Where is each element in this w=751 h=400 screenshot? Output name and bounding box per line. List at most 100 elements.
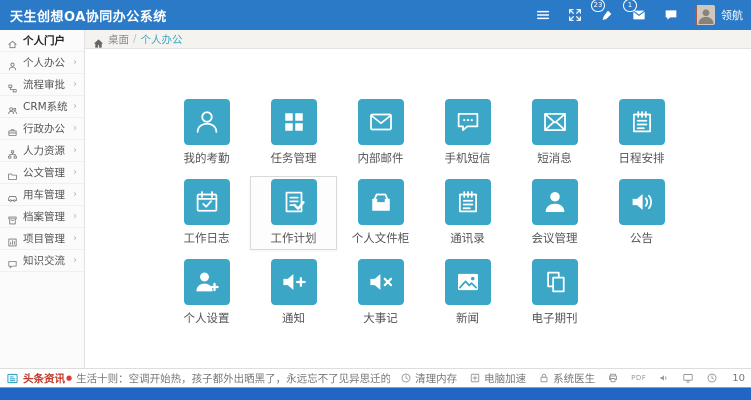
chevron-right-icon: ›	[73, 145, 77, 156]
sidebar-item-11[interactable]: 知识交流›	[0, 250, 84, 272]
inbox-icon	[358, 179, 404, 225]
tray-tool-2[interactable]: 电脑加速	[469, 371, 526, 386]
app-tile-label: 电子期刊	[512, 310, 597, 326]
grid-icon	[271, 99, 317, 145]
notepad-icon	[619, 99, 665, 145]
app-tile-label: 公告	[599, 230, 684, 246]
chevron-right-icon: ›	[73, 57, 77, 68]
sidebar-item-7[interactable]: 公文管理›	[0, 162, 84, 184]
copy-icon	[532, 259, 578, 305]
tray-tool-label: 系统医生	[553, 371, 595, 386]
app-tile-9[interactable]: 个人文件柜	[337, 176, 424, 250]
tray-tool-3[interactable]: 系统医生	[538, 371, 595, 386]
app-tile-10[interactable]: 通讯录	[424, 176, 511, 250]
brush-icon[interactable]: 23	[599, 7, 615, 23]
car-icon	[7, 189, 18, 200]
mail-icon[interactable]: 1	[631, 7, 647, 23]
top-navbar: 天生创想OA协同办公系统 23 1 领航	[0, 0, 751, 30]
fullscreen-icon[interactable]	[567, 7, 583, 23]
app-tile-label: 内部邮件	[338, 150, 423, 166]
breadcrumb: 桌面 / 个人办公	[85, 30, 751, 49]
app-tile-15[interactable]: 大事记	[337, 256, 424, 330]
tray-tool-1[interactable]: 清理内存	[400, 371, 457, 386]
app-tile-14[interactable]: 通知	[250, 256, 337, 330]
tray-tool-label: 电脑加速	[484, 371, 526, 386]
chevron-right-icon: ›	[73, 167, 77, 178]
pdf-icon[interactable]: PDF	[631, 374, 646, 382]
chat-icon	[7, 255, 18, 266]
tray-clock-value: 10	[732, 373, 745, 384]
app-tile-3[interactable]: 内部邮件	[337, 96, 424, 170]
app-tile-2[interactable]: 任务管理	[250, 96, 337, 170]
printer-icon[interactable]	[607, 372, 619, 384]
home-icon	[93, 34, 104, 45]
folder-icon	[7, 167, 18, 178]
sidebar-item-5[interactable]: 行政办公›	[0, 118, 84, 140]
system-tray: 清理内存 电脑加速 系统医生 PDF 10	[400, 371, 745, 386]
app-tile-7[interactable]: 工作日志	[163, 176, 250, 250]
volume-icon[interactable]	[658, 372, 670, 384]
volume-x-icon	[358, 259, 404, 305]
tray-tool-label: 清理内存	[415, 371, 457, 386]
chevron-right-icon: ›	[73, 211, 77, 222]
breadcrumb-separator: /	[133, 33, 137, 45]
sidebar-item-label: CRM系统	[23, 99, 73, 114]
user-avatar[interactable]	[695, 5, 715, 25]
app-tile-label: 我的考勤	[164, 150, 249, 166]
breadcrumb-root[interactable]: 桌面	[108, 32, 129, 47]
archive-icon	[7, 211, 18, 222]
app-tile-16[interactable]: 新闻	[424, 256, 511, 330]
app-tile-6[interactable]: 日程安排	[598, 96, 685, 170]
app-tile-17[interactable]: 电子期刊	[511, 256, 598, 330]
app-tile-label: 手机短信	[425, 150, 510, 166]
sidebar-item-label: 档案管理	[23, 209, 73, 224]
envelope-x-icon	[532, 99, 578, 145]
app-tile-label: 个人设置	[164, 310, 249, 326]
user-plus-icon	[184, 259, 230, 305]
sidebar-item-8[interactable]: 用车管理›	[0, 184, 84, 206]
app-tile-label: 短消息	[512, 150, 597, 166]
monitor-icon[interactable]	[682, 372, 694, 384]
ticker-news-link[interactable]: 生活十则：空调开始热，孩子都外出晒黑了，永远忘不了见异思迁的眼神	[76, 371, 390, 386]
sidebar-item-label: 流程审批	[23, 77, 73, 92]
app-tile-11[interactable]: 会议管理	[511, 176, 598, 250]
sidebar-item-1[interactable]: 个人门户	[0, 30, 84, 52]
chevron-right-icon: ›	[73, 255, 77, 266]
briefcase-icon	[7, 123, 18, 134]
sidebar-item-2[interactable]: 个人办公›	[0, 52, 84, 74]
app-tile-label: 会议管理	[512, 230, 597, 246]
sidebar-menu: 个人门户个人办公›流程审批›CRM系统›行政办公›人力资源›公文管理›用车管理›…	[0, 30, 85, 368]
app-tile-13[interactable]: 个人设置	[163, 256, 250, 330]
app-grid: 我的考勤任务管理内部邮件手机短信短消息日程安排工作日志工作计划个人文件柜通讯录会…	[85, 49, 751, 368]
sidebar-item-label: 个人门户	[23, 33, 77, 48]
sidebar-item-9[interactable]: 档案管理›	[0, 206, 84, 228]
app-tile-12[interactable]: 公告	[598, 176, 685, 250]
breadcrumb-current[interactable]: 个人办公	[141, 32, 183, 47]
app-tile-5[interactable]: 短消息	[511, 96, 598, 170]
sidebar-item-10[interactable]: 项目管理›	[0, 228, 84, 250]
newspaper-icon	[6, 372, 19, 385]
sidebar-item-label: 项目管理	[23, 231, 73, 246]
app-tile-4[interactable]: 手机短信	[424, 96, 511, 170]
app-tile-label: 个人文件柜	[338, 230, 423, 246]
clock-icon[interactable]	[706, 372, 718, 384]
user-menu[interactable]: 领航	[695, 5, 743, 25]
os-taskbar[interactable]	[0, 387, 751, 400]
sidebar-item-4[interactable]: CRM系统›	[0, 96, 84, 118]
sidebar-item-label: 公文管理	[23, 165, 73, 180]
sidebar-item-3[interactable]: 流程审批›	[0, 74, 84, 96]
sidebar-item-6[interactable]: 人力资源›	[0, 140, 84, 162]
app-tile-label: 工作日志	[164, 230, 249, 246]
app-title: 天生创想OA协同办公系统	[10, 6, 167, 25]
app-tile-8[interactable]: 工作计划	[250, 176, 337, 250]
user-outline-icon	[184, 99, 230, 145]
chevron-right-icon: ›	[73, 123, 77, 134]
lock-icon	[538, 372, 550, 384]
volume-icon	[619, 179, 665, 225]
user-name: 领航	[721, 7, 743, 23]
app-tile-label: 通讯录	[425, 230, 510, 246]
comment-icon[interactable]	[663, 7, 679, 23]
menu-icon[interactable]	[535, 7, 551, 23]
app-tile-label: 大事记	[338, 310, 423, 326]
app-tile-1[interactable]: 我的考勤	[163, 96, 250, 170]
